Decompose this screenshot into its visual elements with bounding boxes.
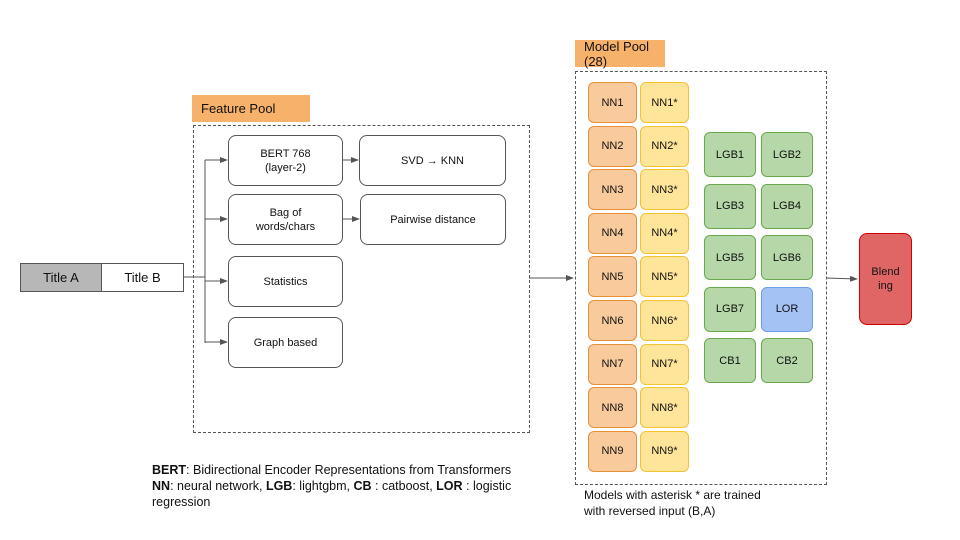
feature-bow-line2: words/chars (255, 220, 316, 233)
legend-term: CB (353, 479, 372, 493)
model-pool-note: Models with asterisk * are trained with … (584, 487, 761, 519)
model-nn5: NN5 (588, 256, 637, 298)
model-lgb6: LGB6 (761, 235, 813, 280)
blending-line2: ing (878, 280, 893, 292)
model-lgb5: LGB5 (704, 235, 756, 280)
feature-pool-title: Feature Pool (201, 101, 276, 116)
model-lgb7: LGB7 (704, 286, 756, 332)
model-cb1: CB1 (704, 338, 756, 383)
legend-text: : neural network, (170, 479, 266, 493)
feature-statistics-label: Statistics (263, 275, 308, 288)
legend-text: : logistic (462, 479, 512, 493)
model-nn6: NN6 (588, 300, 637, 341)
model-pool-tag: Model Pool (28) (575, 38, 665, 69)
legend-line-3: regression (152, 494, 511, 510)
model-nn3: NN3 (588, 169, 637, 211)
model-nn4: NN4 (588, 212, 637, 254)
model-nn5-reversed: NN5* (640, 256, 689, 298)
model-nn2: NN2 (588, 125, 637, 167)
legend-line-2: NN: neural network, LGB: lightgbm, CB : … (152, 478, 511, 494)
model-nn2-reversed: NN2* (640, 125, 689, 167)
model-nn9-reversed: NN9* (640, 430, 689, 472)
model-lgb3: LGB3 (704, 183, 756, 229)
feature-graph-based: Graph based (228, 317, 343, 368)
model-note-line1: Models with asterisk * are trained (584, 488, 761, 502)
model-nn8: NN8 (588, 387, 637, 429)
legend-text: regression (152, 495, 211, 509)
model-lgb2: LGB2 (761, 132, 813, 177)
feature-bert-line2: (layer-2) (265, 161, 306, 174)
feature-graph-label: Graph based (253, 336, 318, 349)
model-lgb1: LGB1 (704, 132, 756, 177)
legend-term: LOR (436, 479, 463, 493)
model-nn1-reversed: NN1* (640, 82, 689, 123)
legend-term: LGB (265, 479, 293, 493)
legend-term: BERT (152, 463, 187, 477)
feature-svd-label: SVD → KNN (401, 154, 464, 167)
model-nn6-reversed: NN6* (640, 300, 689, 341)
model-nn1: NN1 (588, 82, 637, 123)
model-nn7-reversed: NN7* (640, 343, 689, 385)
legend-text: : Bidirectional Encoder Representations … (186, 463, 512, 477)
blending-line1: Blend (871, 266, 900, 278)
feature-statistics: Statistics (228, 256, 343, 307)
arrow-models-to-blending (825, 275, 858, 282)
model-nn8-reversed: NN8* (640, 387, 689, 429)
model-nn4-reversed: NN4* (640, 212, 689, 254)
legend-text: : catboost, (371, 479, 437, 493)
abbreviation-legend: BERT: Bidirectional Encoder Representati… (152, 462, 511, 510)
title-a-label: Title A (43, 269, 79, 285)
model-nn7: NN7 (588, 343, 637, 385)
feature-bert: BERT 768 (layer-2) (228, 135, 343, 186)
model-pool-title: Model Pool (28) (584, 38, 650, 69)
model-cb2: CB2 (761, 338, 813, 383)
feature-pairwise-distance: Pairwise distance (360, 194, 506, 245)
feature-bert-line1: BERT 768 (260, 147, 311, 160)
feature-bow-line1: Bag of (269, 206, 302, 219)
model-note-line2: with reversed input (B,A) (584, 504, 716, 518)
feature-svd-knn: SVD → KNN (359, 135, 506, 186)
title-b-box: Title B (101, 263, 184, 292)
title-a-box: Title A (20, 263, 102, 292)
title-b-label: Title B (124, 269, 161, 285)
legend-line-1: BERT: Bidirectional Encoder Representati… (152, 462, 511, 478)
legend-term: NN (152, 479, 171, 493)
feature-pool-tag: Feature Pool (192, 95, 310, 122)
blending-box: Blend ing (859, 233, 912, 325)
model-nn3-reversed: NN3* (640, 169, 689, 211)
feature-pairwise-label: Pairwise distance (390, 213, 476, 226)
legend-text: : lightgbm, (292, 479, 354, 493)
model-lgb4: LGB4 (761, 183, 813, 229)
model-lor: LOR (761, 286, 813, 332)
feature-bag-of-words: Bag of words/chars (228, 194, 343, 245)
model-nn9: NN9 (588, 430, 637, 472)
